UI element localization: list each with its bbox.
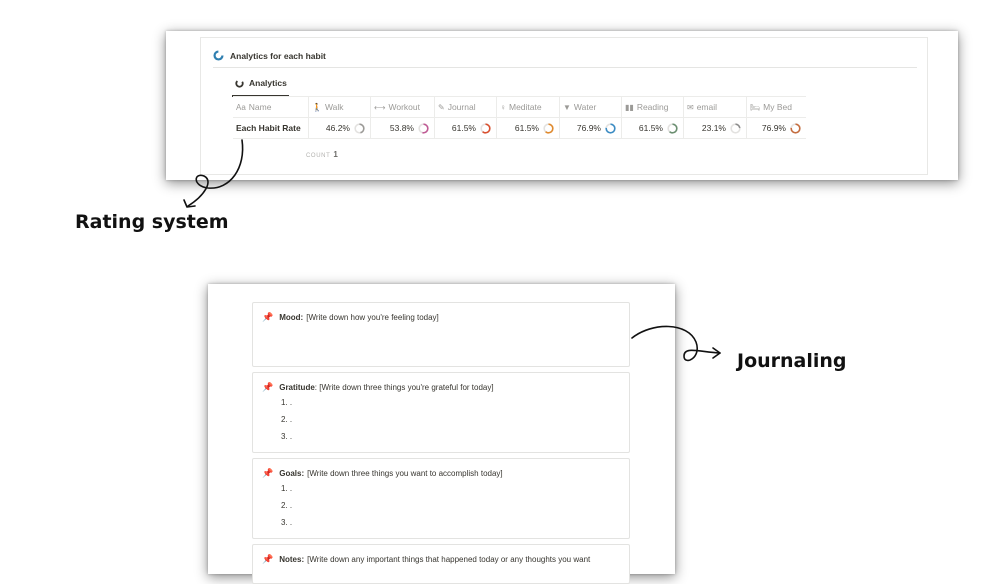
rating-arrowhead-icon bbox=[183, 199, 196, 208]
rating-arrow-icon bbox=[187, 139, 244, 207]
rating-system-callout: Rating system bbox=[75, 211, 229, 233]
journaling-callout: Journaling bbox=[737, 350, 847, 372]
journal-arrow-icon bbox=[631, 325, 721, 362]
annotation-arrows bbox=[183, 139, 721, 362]
